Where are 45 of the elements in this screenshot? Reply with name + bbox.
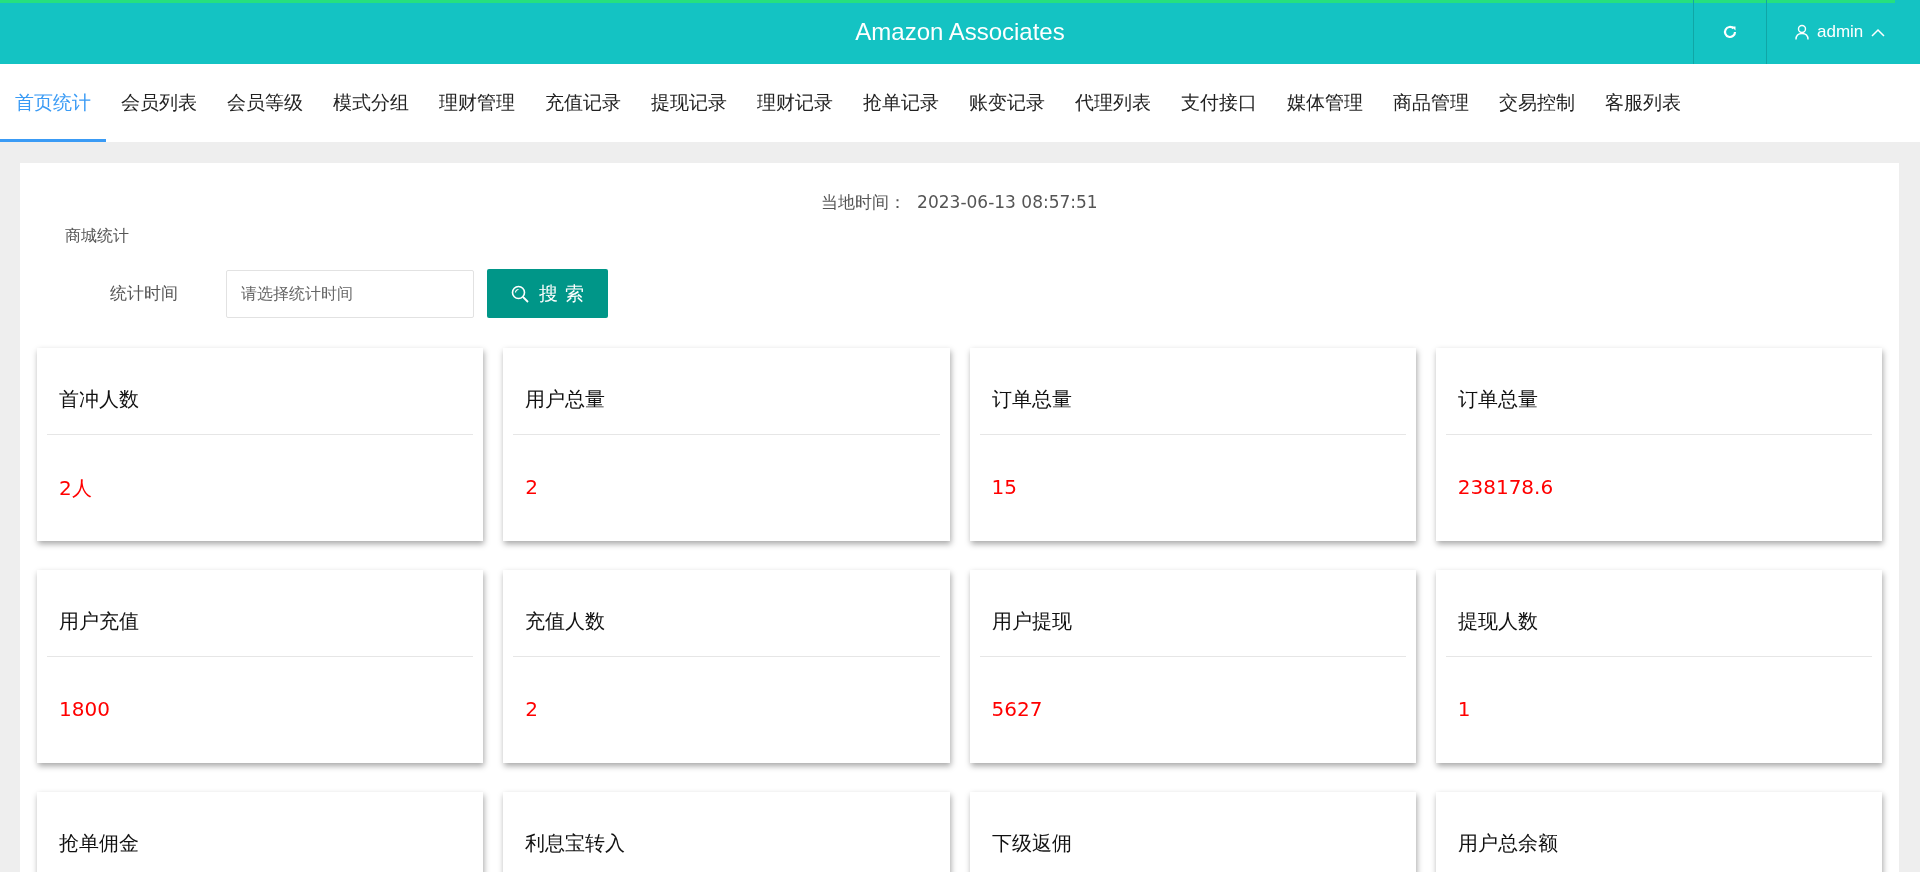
nav-tab[interactable]: 模式分组 xyxy=(318,64,424,142)
stat-value: 5627 xyxy=(991,697,1043,721)
stat-title: 抢单佣金 xyxy=(47,792,474,872)
stat-title: 提现人数 xyxy=(1445,570,1872,657)
nav-tab[interactable]: 会员列表 xyxy=(106,64,212,142)
stat-title: 订单总量 xyxy=(979,348,1406,435)
stat-title: 下级返佣 xyxy=(979,792,1406,872)
section-title: 商城统计 xyxy=(65,226,130,247)
filter-label: 统计时间 xyxy=(110,282,179,305)
nav-tab[interactable]: 客服列表 xyxy=(1590,64,1696,142)
stat-value: 15 xyxy=(991,475,1017,499)
nav-tab[interactable]: 媒体管理 xyxy=(1272,64,1378,142)
nav-tab[interactable]: 会员等级 xyxy=(212,64,318,142)
stat-value: 2 xyxy=(525,697,538,721)
user-icon xyxy=(1795,24,1809,40)
stat-value: 1800 xyxy=(59,697,110,721)
search-icon xyxy=(511,284,530,303)
nav-tab[interactable]: 支付接口 xyxy=(1166,64,1272,142)
app-title: Amazon Associates xyxy=(855,18,1065,46)
stat-value: 1 xyxy=(1457,697,1471,721)
local-time: 当地时间： 2023-06-13 08:57:51 xyxy=(820,191,1099,214)
nav-tab[interactable]: 交易控制 xyxy=(1484,64,1590,142)
date-input-field[interactable]: 请选择统计时间 xyxy=(226,269,474,318)
nav-tab[interactable]: 提现记录 xyxy=(636,64,742,142)
nav-tab[interactable]: 商品管理 xyxy=(1378,64,1484,142)
stat-value: 2人 xyxy=(59,476,92,500)
stat-value: 2 xyxy=(525,475,538,499)
stat-title: 用户总量 xyxy=(513,348,940,435)
nav-tab[interactable]: 充值记录 xyxy=(530,64,636,142)
stat-title: 用户总余额 xyxy=(1445,792,1872,872)
refresh-icon xyxy=(1722,24,1738,40)
nav-tab[interactable]: 代理列表 xyxy=(1060,64,1166,142)
nav-tab[interactable]: 抢单记录 xyxy=(848,64,954,142)
stat-title: 用户充值 xyxy=(47,570,474,657)
search-button[interactable]: 搜 索 xyxy=(487,269,608,318)
nav-tab[interactable]: 理财记录 xyxy=(742,64,848,142)
caret-icon xyxy=(1871,27,1886,37)
stat-title: 利息宝转入 xyxy=(513,792,940,872)
nav-tab[interactable]: 理财管理 xyxy=(424,64,530,142)
stat-value: 238178.6 xyxy=(1457,475,1554,499)
stat-title: 用户提现 xyxy=(979,570,1406,657)
stat-title: 充值人数 xyxy=(513,570,940,657)
nav-tab[interactable]: 账变记录 xyxy=(954,64,1060,142)
stat-title: 首冲人数 xyxy=(47,348,474,435)
stat-title: 订单总量 xyxy=(1445,348,1872,435)
